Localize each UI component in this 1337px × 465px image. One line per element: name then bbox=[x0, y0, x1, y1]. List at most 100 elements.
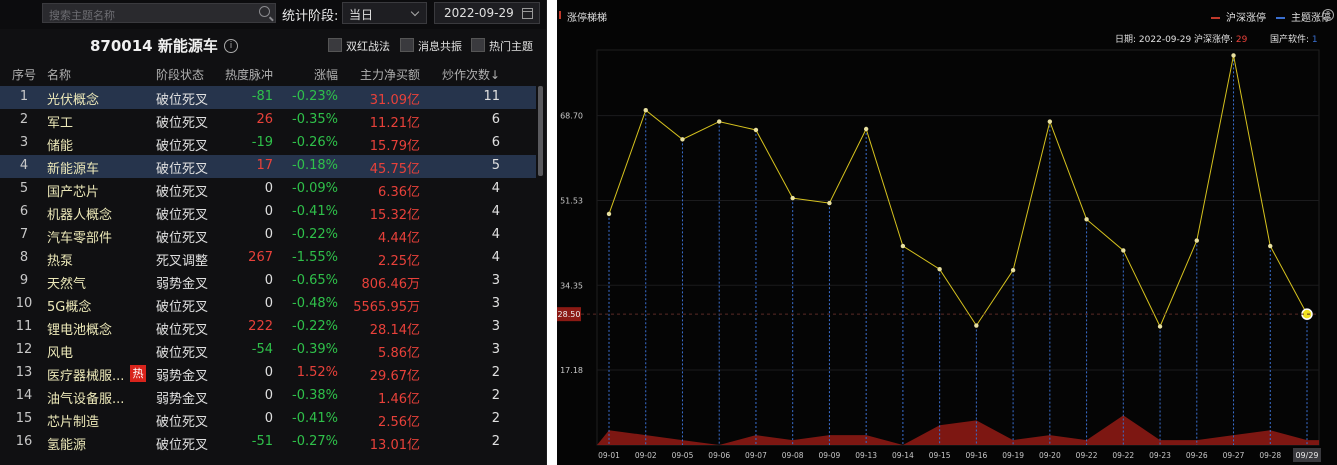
heat-pulse: 0 bbox=[264, 227, 273, 242]
table-row[interactable]: 14 油气设备服... 弱势金叉 0 -0.38% 1.46亿 2 bbox=[0, 385, 536, 408]
change-pct: -0.41% bbox=[292, 411, 338, 426]
theme-name: 锂电池概念 bbox=[47, 323, 113, 338]
row-no: 16 bbox=[15, 434, 33, 449]
table-row[interactable]: 9 天然气 弱势金叉 0 -0.65% 806.46万 3 bbox=[0, 270, 536, 293]
y-tick-label: 34.35 bbox=[560, 281, 583, 290]
change-pct: 1.52% bbox=[296, 365, 338, 380]
change-pct: -0.09% bbox=[292, 181, 338, 196]
table-header: 序号 名称 阶段状态 热度脉冲 涨幅 主力净买额 炒作次数↓ bbox=[0, 63, 536, 85]
data-point bbox=[974, 323, 979, 328]
data-point bbox=[606, 211, 612, 217]
x-tick-label: 09-22 bbox=[1112, 451, 1134, 460]
hot-badge: 热 bbox=[130, 365, 146, 382]
table-row[interactable]: 6 机器人概念 破位死叉 0 -0.41% 15.32亿 4 bbox=[0, 201, 536, 224]
stage-state: 破位死叉 bbox=[156, 116, 209, 131]
heat-pulse: 0 bbox=[264, 296, 273, 311]
col-change[interactable]: 涨幅 bbox=[280, 66, 338, 83]
table-row[interactable]: 11 锂电池概念 破位死叉 222 -0.22% 28.14亿 3 bbox=[0, 316, 536, 339]
search-input[interactable]: 搜索主题名称 bbox=[42, 3, 276, 23]
col-net-buy[interactable]: 主力净买额 bbox=[345, 66, 420, 83]
stage-state: 破位死叉 bbox=[156, 139, 209, 154]
scrollbar[interactable] bbox=[538, 86, 543, 176]
heat-pulse: 0 bbox=[264, 411, 273, 426]
change-pct: -0.23% bbox=[292, 89, 338, 104]
x-tick-label: 09-20 bbox=[1039, 451, 1061, 460]
col-state[interactable]: 阶段状态 bbox=[156, 66, 204, 83]
x-tick-label: 09-13 bbox=[855, 451, 877, 460]
net-buy: 31.09亿 bbox=[369, 93, 420, 108]
table-row[interactable]: 2 军工 破位死叉 26 -0.35% 11.21亿 6 bbox=[0, 109, 536, 132]
x-tick-label: 09-26 bbox=[1186, 451, 1208, 460]
heat-pulse: -54 bbox=[251, 342, 273, 357]
net-buy: 4.44亿 bbox=[378, 231, 420, 246]
x-tick-label: 09-16 bbox=[965, 451, 987, 460]
change-pct: -0.22% bbox=[292, 227, 338, 242]
table-row[interactable]: 5 国产芯片 破位死叉 0 -0.09% 6.36亿 4 bbox=[0, 178, 536, 201]
theme-list-panel: 搜索主题名称 统计阶段: 当日 2022-09-29 870014 新能源车 i… bbox=[0, 0, 547, 465]
table-row[interactable]: 16 氢能源 破位死叉 -51 -0.27% 13.01亿 2 bbox=[0, 431, 536, 454]
heat-pulse: 0 bbox=[264, 204, 273, 219]
hype-count: 6 bbox=[491, 135, 500, 150]
theme-name: 医疗器械服... bbox=[47, 369, 125, 384]
period-select[interactable]: 当日 bbox=[342, 2, 427, 24]
date-picker[interactable]: 2022-09-29 bbox=[434, 2, 540, 24]
row-no: 3 bbox=[19, 135, 29, 150]
heat-pulse: 0 bbox=[264, 181, 273, 196]
stage-state: 破位死叉 bbox=[156, 185, 209, 200]
heat-pulse: 0 bbox=[264, 388, 273, 403]
theme-name: 国产芯片 bbox=[47, 185, 100, 200]
row-no: 6 bbox=[19, 204, 29, 219]
checkbox[interactable] bbox=[328, 38, 342, 52]
stage-state: 破位死叉 bbox=[156, 438, 209, 453]
change-pct: -0.22% bbox=[292, 319, 338, 334]
row-no: 4 bbox=[19, 158, 29, 173]
col-no[interactable]: 序号 bbox=[10, 66, 38, 83]
checkbox[interactable] bbox=[400, 38, 414, 52]
table-row[interactable]: 12 风电 破位死叉 -54 -0.39% 5.86亿 3 bbox=[0, 339, 536, 362]
heat-pulse: -81 bbox=[251, 89, 273, 104]
data-point bbox=[863, 126, 869, 132]
table-row[interactable]: 15 芯片制造 破位死叉 0 -0.41% 2.56亿 2 bbox=[0, 408, 536, 431]
calendar-icon[interactable] bbox=[522, 8, 533, 19]
x-tick-label: 09-15 bbox=[929, 451, 951, 460]
net-buy: 15.32亿 bbox=[369, 208, 420, 223]
data-point bbox=[1121, 248, 1126, 253]
search-icon[interactable] bbox=[259, 6, 270, 17]
net-buy: 1.46亿 bbox=[378, 392, 420, 407]
table-row[interactable]: 3 储能 破位死叉 -19 -0.26% 15.79亿 6 bbox=[0, 132, 536, 155]
x-tick-label: 09-19 bbox=[1002, 451, 1024, 460]
table-row[interactable]: 4 新能源车 破位死叉 17 -0.18% 45.75亿 5 bbox=[0, 155, 536, 178]
limit-up-area bbox=[597, 415, 1319, 445]
col-pulse[interactable]: 热度脉冲 bbox=[213, 66, 273, 83]
x-tick-label: 09-09 bbox=[819, 451, 841, 460]
col-count[interactable]: 炒作次数↓ bbox=[430, 66, 500, 83]
row-no: 9 bbox=[19, 273, 29, 288]
limit-up-chart[interactable]: 17.18 34.35 51.53 68.70 09-01 09-02 09-05 09-06… bbox=[557, 0, 1337, 465]
change-pct: -0.27% bbox=[292, 434, 338, 449]
stage-state: 弱势金叉 bbox=[156, 369, 209, 384]
data-point bbox=[937, 267, 942, 272]
table-row[interactable]: 1 光伏概念 破位死叉 -81 -0.23% 31.09亿 11 bbox=[0, 86, 536, 109]
chevron-down-icon[interactable] bbox=[410, 7, 420, 17]
row-no: 1 bbox=[19, 89, 29, 104]
heat-pulse: 0 bbox=[264, 365, 273, 380]
theme-header: 870014 新能源车 i 双红战法 消息共振 热门主题 bbox=[0, 30, 546, 60]
table-row[interactable]: 10 5G概念 破位死叉 0 -0.48% 5565.95万 3 bbox=[0, 293, 536, 316]
table-row[interactable]: 13 医疗器械服... 弱势金叉 0 1.52% 29.67亿 2 热 bbox=[0, 362, 536, 385]
theme-name: 5G概念 bbox=[47, 300, 92, 315]
table-row[interactable]: 7 汽车零部件 破位死叉 0 -0.22% 4.44亿 4 bbox=[0, 224, 536, 247]
col-name[interactable]: 名称 bbox=[47, 66, 71, 83]
hype-count: 4 bbox=[491, 227, 500, 242]
net-buy: 15.79亿 bbox=[369, 139, 420, 154]
x-tick-label: 09-01 bbox=[598, 451, 620, 460]
table-row[interactable]: 8 热泵 死叉调整 267 -1.55% 2.25亿 4 bbox=[0, 247, 536, 270]
theme-name: 光伏概念 bbox=[47, 93, 100, 108]
change-pct: -0.41% bbox=[292, 204, 338, 219]
limit-up-panel: 涨停梯梯 沪深涨停 主题涨停 ? 日期: 2022-09-29 沪深涨停: 29… bbox=[557, 0, 1337, 465]
row-no: 10 bbox=[15, 296, 33, 311]
x-tick-label: 09-27 bbox=[1223, 451, 1245, 460]
stage-state: 破位死叉 bbox=[156, 208, 209, 223]
heat-pulse: 17 bbox=[256, 158, 273, 173]
checkbox[interactable] bbox=[471, 38, 485, 52]
info-icon[interactable]: i bbox=[224, 39, 238, 53]
